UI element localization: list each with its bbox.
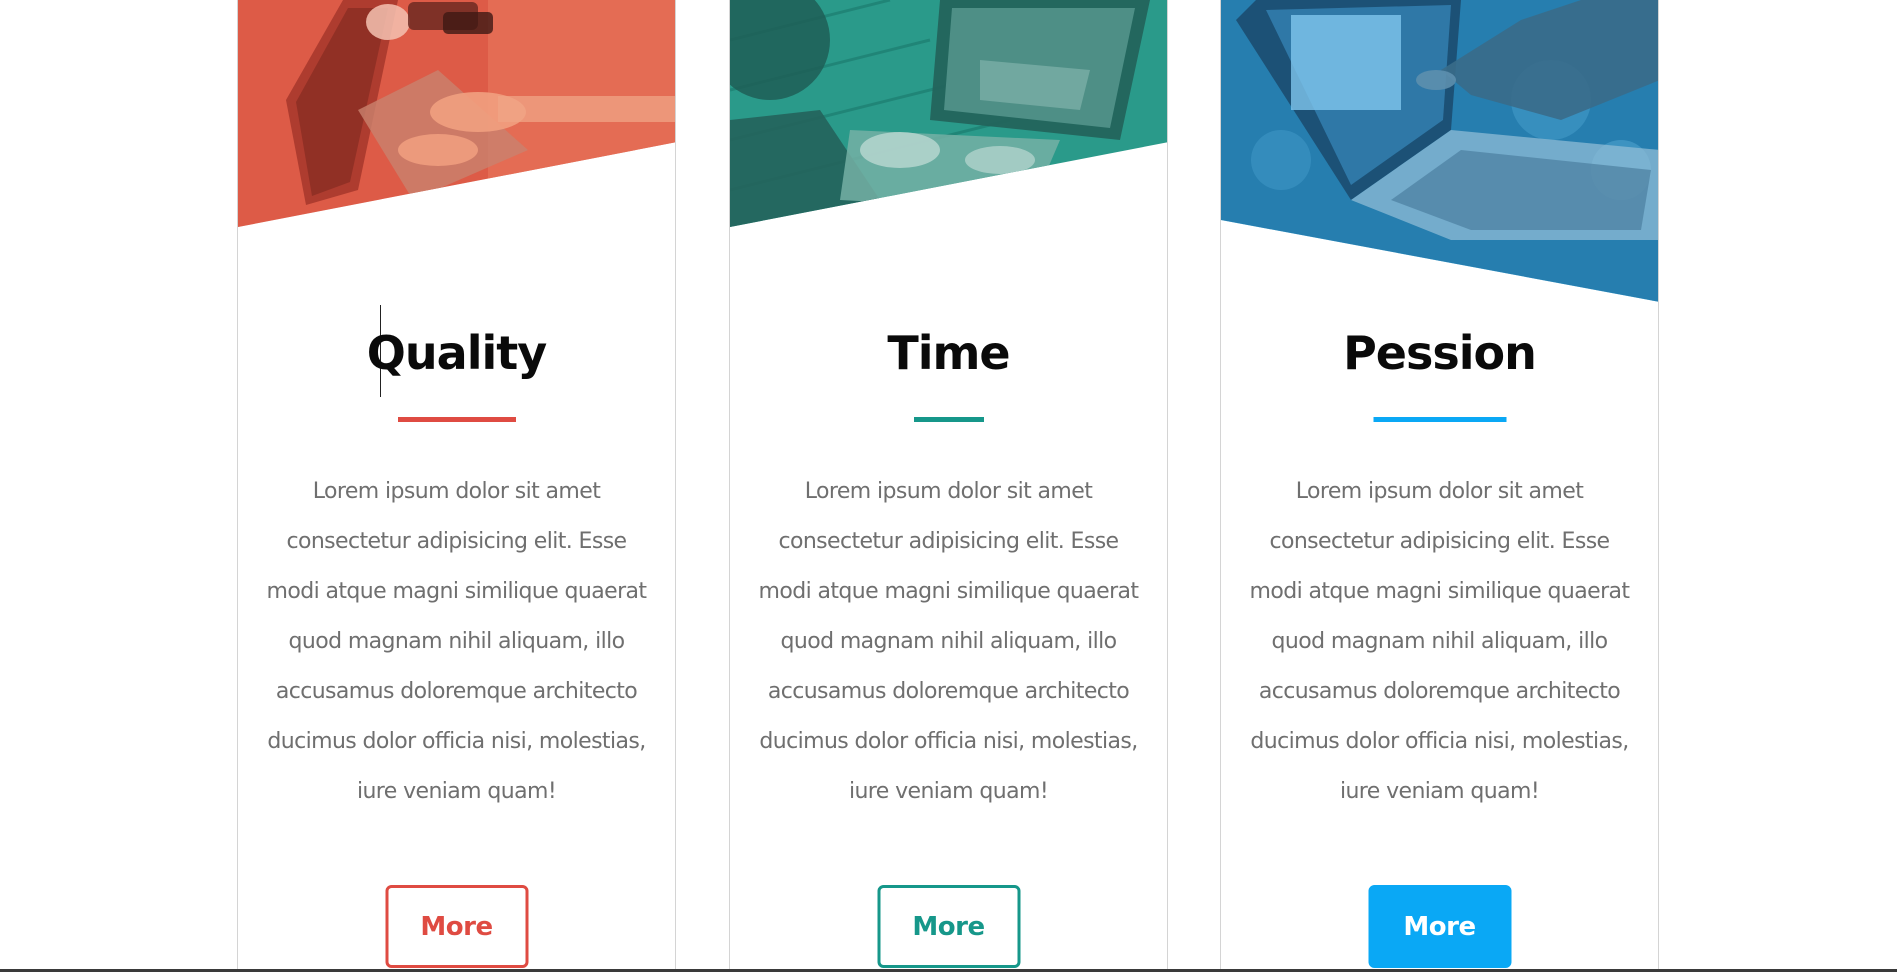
more-button[interactable]: More	[385, 885, 528, 968]
more-button[interactable]: More	[1368, 885, 1511, 968]
card-description: Lorem ipsum dolor sit amet consectetur a…	[266, 479, 647, 804]
card-description: Lorem ipsum dolor sit amet consectetur a…	[758, 479, 1139, 804]
card-quality: Quality Lorem ipsum dolor sit amet conse…	[237, 0, 676, 972]
card-image-laptop-pointing	[1221, 0, 1658, 305]
card-image-laptop-outdoor	[730, 0, 1167, 230]
card-image-laptop-typing	[238, 0, 675, 230]
more-button[interactable]: More	[877, 885, 1020, 968]
title-divider	[913, 417, 984, 422]
title-divider	[397, 417, 516, 422]
page: Quality Lorem ipsum dolor sit amet conse…	[0, 0, 1897, 972]
card-title: Quality	[366, 326, 547, 380]
title-divider	[1373, 417, 1506, 422]
card-title: Time	[887, 326, 1010, 380]
card-pession: Pession Lorem ipsum dolor sit amet conse…	[1220, 0, 1659, 972]
card-time: Time Lorem ipsum dolor sit amet consecte…	[729, 0, 1168, 972]
card-title: Pession	[1343, 326, 1537, 380]
card-description: Lorem ipsum dolor sit amet consectetur a…	[1249, 479, 1630, 804]
